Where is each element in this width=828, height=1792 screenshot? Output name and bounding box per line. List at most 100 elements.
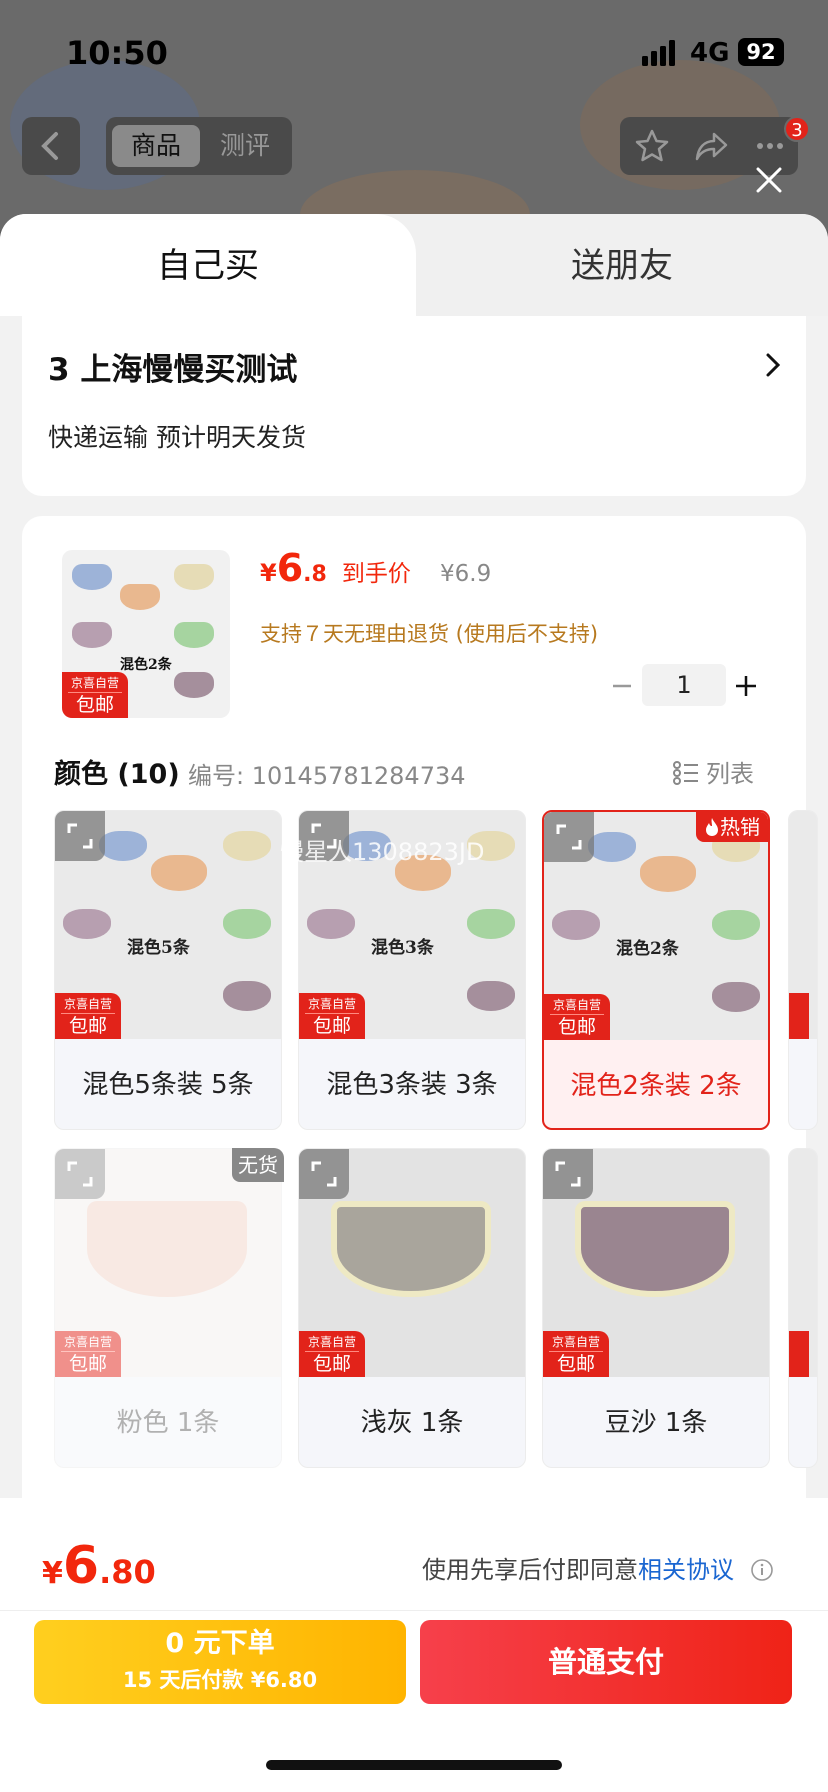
price-label: 到手价 — [341, 561, 411, 587]
signal-icon — [642, 40, 675, 66]
option-label: 混色5条装 5条 — [82, 1070, 254, 1100]
expand-icon[interactable] — [55, 811, 105, 861]
swatch — [63, 909, 111, 939]
minus-icon[interactable] — [608, 672, 636, 700]
star-icon[interactable] — [634, 128, 670, 164]
option-label: 浅灰 1条 — [360, 1408, 464, 1438]
expand-icon[interactable] — [544, 812, 594, 862]
swatch — [307, 909, 355, 939]
sku-number: 编号: 10145781284734 — [188, 762, 466, 790]
swatch — [72, 622, 112, 648]
option-image — [789, 811, 817, 1039]
jd-self-operated-tag: 京喜自营 包邮 — [55, 993, 121, 1039]
option-image-text: 混色3条 — [371, 938, 434, 958]
swatch — [223, 909, 271, 939]
jd-self-operated-tag: 京喜自营 包邮 — [543, 1331, 609, 1377]
swatch — [712, 910, 760, 940]
jd-tag-partial — [789, 1331, 809, 1377]
watermark: 慢星人1308823JD — [280, 838, 485, 866]
shipping-info: 快递运输 预计明天发货 — [48, 423, 306, 452]
swatch — [87, 1201, 247, 1297]
jd-self-operated-tag: 京喜自营 包邮 — [55, 1331, 121, 1377]
list-view-toggle[interactable]: 列表 — [672, 754, 754, 789]
option-image: 混色2条 京喜自营 包邮 — [544, 812, 768, 1040]
expand-icon[interactable] — [543, 1149, 593, 1199]
page-tabs: 商品 测评 — [106, 117, 292, 175]
jd-self-operated-tag: 京喜自营 包邮 — [299, 1331, 365, 1377]
network-type: 4G — [690, 38, 730, 68]
option-label: 混色2条装 2条 — [570, 1071, 742, 1101]
battery-level: 92 — [738, 38, 784, 66]
status-bar: 10:50 4G 92 — [0, 30, 828, 74]
total-price: ¥6.80 — [42, 1536, 156, 1596]
option-image: 京喜自营 包邮 — [299, 1149, 525, 1377]
tab-review[interactable]: 测评 — [202, 125, 288, 167]
chevron-right-icon — [766, 353, 781, 377]
color-option-out-of-stock[interactable]: 京喜自营 包邮 粉色 1条 — [54, 1148, 282, 1468]
thumb-label: 混色2条 — [120, 657, 172, 673]
color-title: 颜色 (10) — [54, 759, 180, 790]
option-image: 京喜自营 包邮 — [543, 1149, 769, 1377]
tab-gift[interactable]: 送朋友 — [416, 238, 828, 287]
color-option-peek[interactable] — [788, 1148, 818, 1468]
swatch — [223, 981, 271, 1011]
color-option[interactable]: 京喜自营 包邮 豆沙 1条 — [542, 1148, 770, 1468]
option-label: 混色3条装 3条 — [326, 1070, 498, 1100]
status-time: 10:50 — [66, 34, 168, 72]
swatch — [467, 909, 515, 939]
divider — [0, 1610, 828, 1611]
option-image: 混色5条 京喜自营 包邮 — [55, 811, 281, 1039]
plus-icon[interactable] — [732, 672, 760, 700]
tab-product[interactable]: 商品 — [112, 125, 200, 167]
list-icon — [673, 761, 698, 785]
expand-icon[interactable] — [55, 1149, 105, 1199]
color-option[interactable]: 京喜自营 包邮 浅灰 1条 — [298, 1148, 526, 1468]
swatch — [467, 981, 515, 1011]
swatch — [174, 672, 214, 698]
option-image-text: 混色5条 — [127, 938, 190, 958]
swatch — [588, 832, 636, 862]
return-policy: 支持７天无理由退货 (使用后不支持) — [260, 622, 599, 646]
back-arrow-icon — [41, 132, 58, 160]
price: ¥6.8 到手价 ¥6.9 — [260, 546, 492, 590]
swatch — [174, 622, 214, 648]
share-icon[interactable] — [694, 128, 730, 164]
option-label: 豆沙 1条 — [604, 1408, 708, 1438]
quantity-input[interactable]: 1 — [642, 664, 726, 706]
swatch — [99, 831, 147, 861]
color-option-peek[interactable] — [788, 810, 818, 1130]
sku-card: 混色2条 京喜自营 包邮 ¥6.8 到手价 ¥6.9 支持７天无理由退货 (使用… — [22, 516, 818, 1526]
option-image-text: 混色2条 — [616, 939, 679, 959]
tab-self-buy[interactable]: 自己买 — [0, 238, 416, 287]
home-indicator — [266, 1760, 562, 1770]
jd-self-operated-tag: 京喜自营 包邮 — [299, 993, 365, 1039]
color-option-selected[interactable]: 混色2条 京喜自营 包邮 混色2条装 2条 热销 — [542, 810, 770, 1130]
jd-self-operated-tag: 京喜自营 包邮 — [544, 994, 610, 1040]
address-card[interactable]: 3 上海慢慢买测试 快递运输 预计明天发货 — [22, 316, 806, 496]
option-image: 京喜自营 包邮 — [55, 1149, 281, 1377]
buy-mode-tabs: 自己买 送朋友 — [0, 214, 828, 316]
more-icon[interactable] — [752, 128, 788, 164]
jd-tag-partial — [789, 993, 809, 1039]
expand-icon[interactable] — [299, 1149, 349, 1199]
swatch — [331, 1201, 491, 1297]
jd-self-operated-tag: 京喜自营 包邮 — [62, 672, 128, 718]
swatch — [640, 856, 696, 892]
info-icon[interactable] — [750, 1558, 774, 1582]
address-title: 3 上海慢慢买测试 — [48, 352, 298, 388]
agreement-link[interactable]: 相关协议 — [638, 1556, 734, 1584]
swatch — [72, 564, 112, 590]
hot-sale-badge: 热销 — [696, 812, 768, 842]
message-badge: 3 — [784, 116, 810, 142]
swatch — [223, 831, 271, 861]
swatch — [151, 855, 207, 891]
normal-pay-button[interactable]: 普通支付 — [420, 1620, 792, 1704]
swatch — [712, 982, 760, 1012]
back-button[interactable] — [22, 117, 80, 175]
product-thumbnail[interactable]: 混色2条 京喜自营 包邮 — [62, 550, 230, 718]
close-icon[interactable] — [752, 163, 786, 197]
color-option[interactable]: 混色5条 京喜自营 包邮 混色5条装 5条 — [54, 810, 282, 1130]
pay-later-button[interactable]: 0 元下单 15 天后付款 ¥6.80 — [34, 1620, 406, 1704]
original-price: ¥6.9 — [440, 561, 492, 587]
agreement-text: 使用先享后付即同意相关协议 — [422, 1550, 774, 1585]
